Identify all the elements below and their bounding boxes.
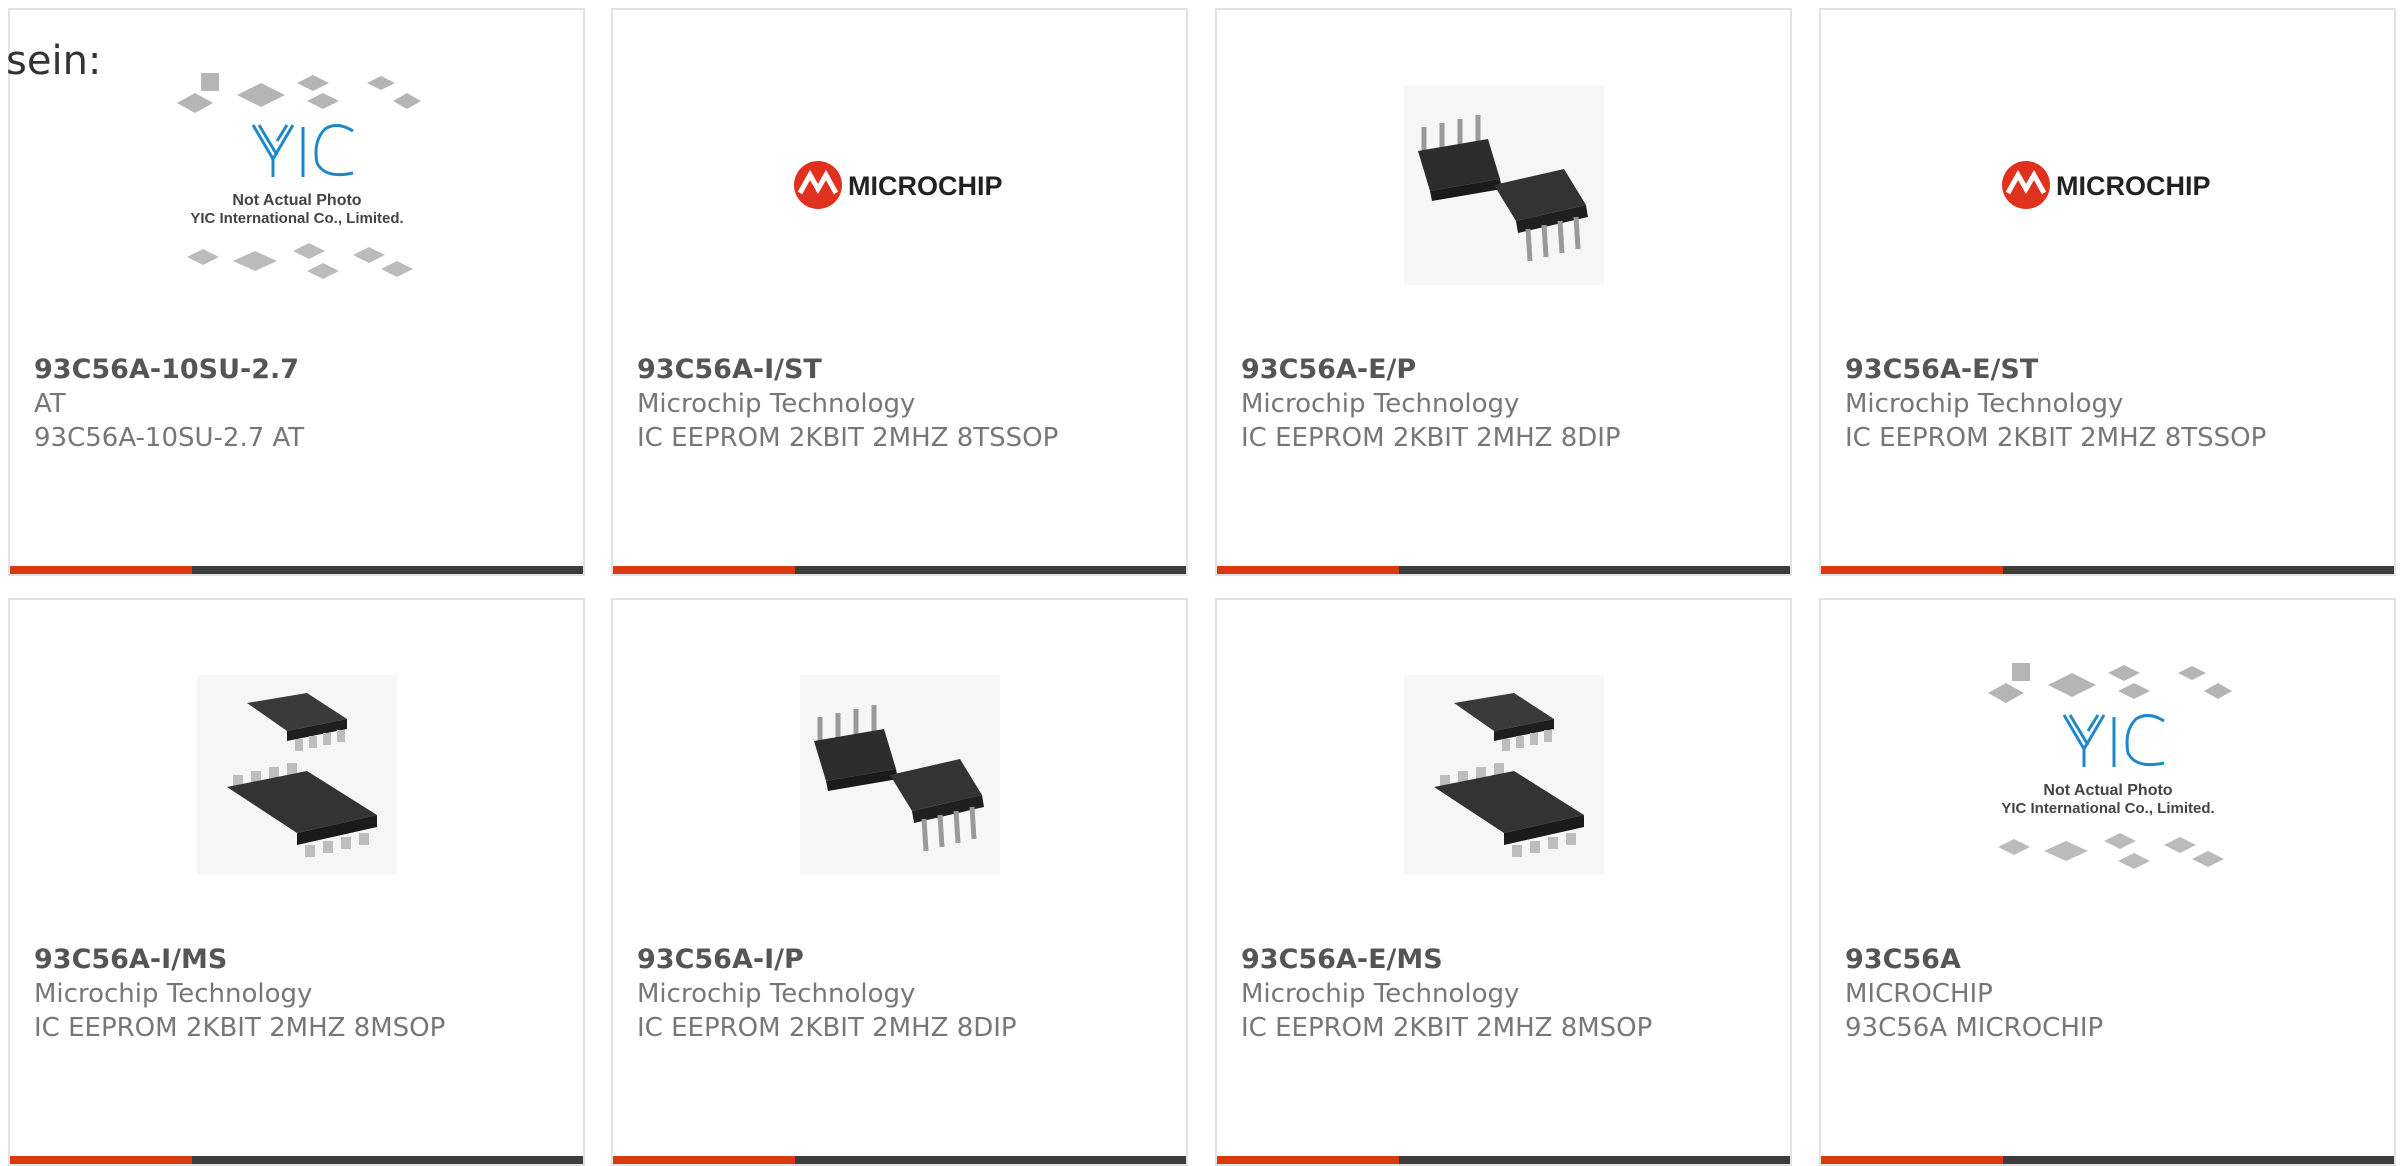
description: 93C56A MICROCHIP [1845,1013,2104,1043]
description: IC EEPROM 2KBIT 2MHZ 8DIP [1241,423,1621,453]
yic-placeholder-image: Not Actual Photo YIC International Co., … [1987,663,2232,869]
product-card[interactable]: MICROCHIP 93C56A-I/ST Microchip Technolo… [611,8,1188,576]
card-bar [613,566,1186,574]
card-bar [1217,566,1790,574]
product-card[interactable]: 93C56A-E/MS Microchip Technology IC EEPR… [1215,598,1792,1166]
card-bar-accent [1217,566,1399,574]
product-image [1217,70,1790,300]
card-bar [1821,566,2394,574]
card-bar-accent [10,566,192,574]
manufacturer: AT [34,389,66,419]
product-image [10,660,583,890]
card-bar-accent [613,566,795,574]
manufacturer: Microchip Technology [1845,389,2124,419]
dip-chip-photo [799,675,1000,875]
card-bar-accent [1821,566,2003,574]
description: IC EEPROM 2KBIT 2MHZ 8DIP [637,1013,1017,1043]
manufacturer: Microchip Technology [637,979,916,1009]
part-number[interactable]: 93C56A [1845,943,2378,977]
description: IC EEPROM 2KBIT 2MHZ 8MSOP [34,1013,446,1043]
svg-text:MICROCHIP: MICROCHIP [2056,171,2211,201]
svg-text:YIC International Co., Limited: YIC International Co., Limited. [2001,800,2214,817]
card-bar-accent [1217,1156,1399,1164]
manufacturer: MICROCHIP [1845,979,1993,1009]
part-number[interactable]: 93C56A-I/MS [34,943,567,977]
part-number[interactable]: 93C56A-E/ST [1845,353,2378,387]
product-image: MICROCHIP [613,70,1186,300]
manufacturer: Microchip Technology [1241,979,1520,1009]
msop-chip-photo [196,675,397,875]
msop-chip-photo [1403,675,1604,875]
card-bar [1217,1156,1790,1164]
product-image: Not Actual Photo YIC International Co., … [1821,660,2394,890]
product-image: MICROCHIP [1821,70,2394,300]
microchip-logo: MICROCHIP [2001,161,2211,209]
card-bar [10,566,583,574]
product-image [1217,660,1790,890]
description: 93C56A-10SU-2.7 AT [34,423,305,453]
dip-chip-photo [1403,85,1604,285]
part-number[interactable]: 93C56A-I/ST [637,353,1170,387]
card-bar [10,1156,583,1164]
card-bar [1821,1156,2394,1164]
product-card[interactable]: 93C56A-I/MS Microchip Technology IC EEPR… [8,598,585,1166]
description: IC EEPROM 2KBIT 2MHZ 8TSSOP [1845,423,2267,453]
svg-text:MICROCHIP: MICROCHIP [848,171,1003,201]
part-number[interactable]: 93C56A-10SU-2.7 [34,353,567,387]
manufacturer: Microchip Technology [34,979,313,1009]
svg-text:YIC International Co., Limited: YIC International Co., Limited. [190,210,403,227]
description: IC EEPROM 2KBIT 2MHZ 8MSOP [1241,1013,1653,1043]
yic-placeholder-image: Not Actual Photo YIC International Co., … [176,73,421,279]
svg-text:Not Actual Photo: Not Actual Photo [232,192,361,209]
product-image: Not Actual Photo YIC International Co., … [10,70,583,300]
product-card[interactable]: 93C56A-I/P Microchip Technology IC EEPRO… [611,598,1188,1166]
product-card[interactable]: MICROCHIP 93C56A-E/ST Microchip Technolo… [1819,8,2396,576]
microchip-logo: MICROCHIP [793,161,1003,209]
card-bar [613,1156,1186,1164]
card-bar-accent [1821,1156,2003,1164]
card-bar-accent [10,1156,192,1164]
product-card[interactable]: Not Actual Photo YIC International Co., … [8,8,585,576]
description: IC EEPROM 2KBIT 2MHZ 8TSSOP [637,423,1059,453]
product-card[interactable]: Not Actual Photo YIC International Co., … [1819,598,2396,1166]
manufacturer: Microchip Technology [1241,389,1520,419]
card-bar-accent [613,1156,795,1164]
manufacturer: Microchip Technology [637,389,916,419]
product-image [613,660,1186,890]
part-number[interactable]: 93C56A-I/P [637,943,1170,977]
section-heading: sein: [6,38,102,84]
part-number[interactable]: 93C56A-E/MS [1241,943,1774,977]
svg-text:Not Actual Photo: Not Actual Photo [2043,782,2172,799]
part-number[interactable]: 93C56A-E/P [1241,353,1774,387]
product-card[interactable]: 93C56A-E/P Microchip Technology IC EEPRO… [1215,8,1792,576]
